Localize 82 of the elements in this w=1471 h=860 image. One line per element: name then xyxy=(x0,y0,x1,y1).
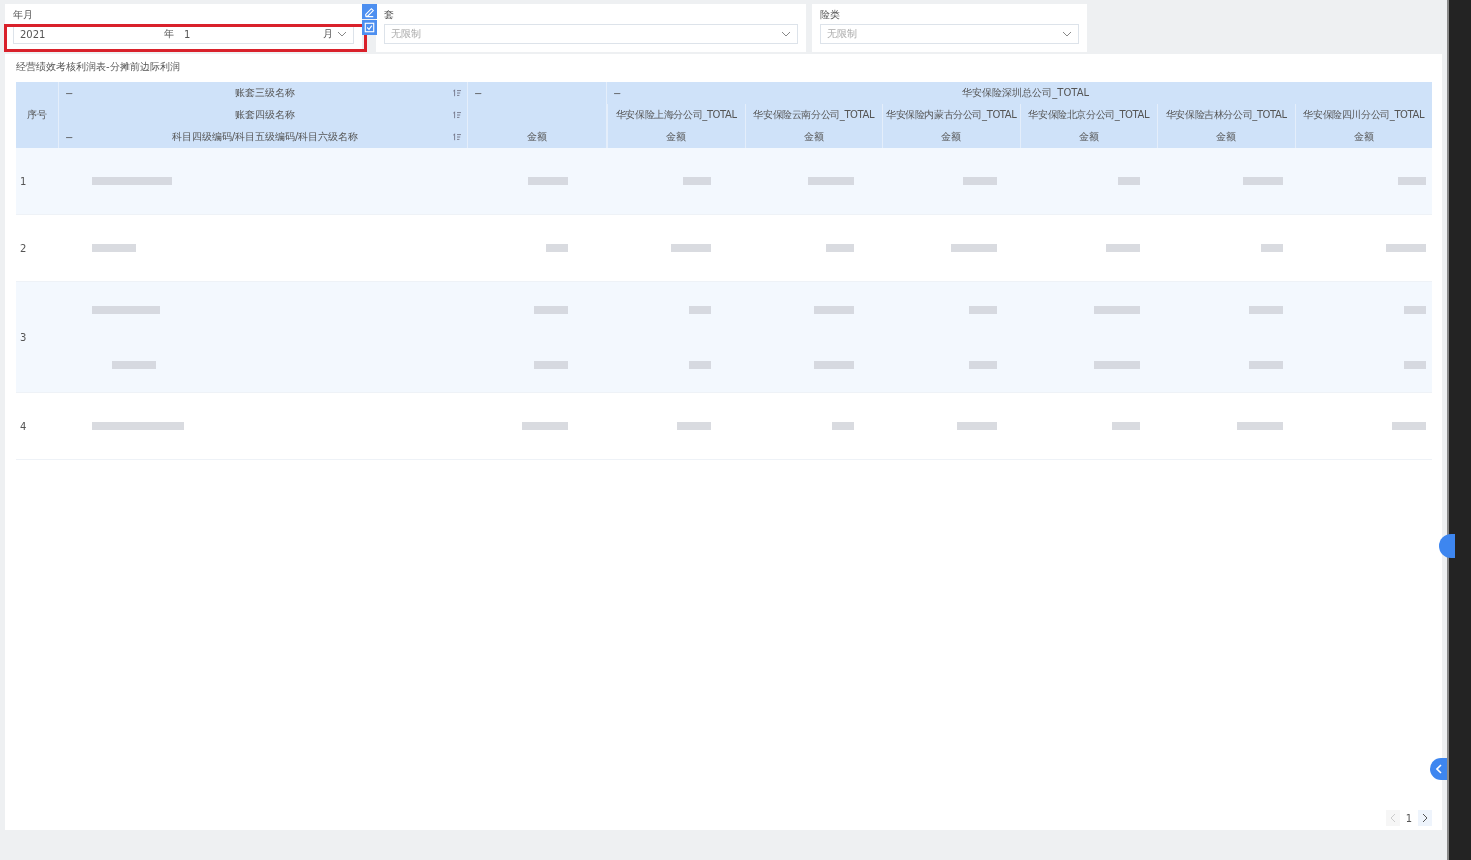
blurred-value xyxy=(808,177,854,185)
report-title: 经营绩效考核利润表-分摊前边际利润 xyxy=(16,60,181,74)
blurred-value xyxy=(677,422,711,430)
collapse-toggle[interactable]: − xyxy=(613,87,622,99)
table-header: 金额 xyxy=(1353,130,1374,144)
chevron-down-icon xyxy=(781,31,791,37)
blurred-value xyxy=(963,177,997,185)
blurred-value xyxy=(689,305,711,314)
blurred-value xyxy=(1404,305,1426,314)
blurred-value xyxy=(546,244,568,252)
table-header: 账套三级名称 xyxy=(235,87,295,98)
blurred-value xyxy=(1094,305,1140,314)
sort-icon[interactable] xyxy=(453,133,461,141)
blurred-value xyxy=(826,244,854,252)
blurred-value xyxy=(1404,360,1426,369)
table-header: 序号 xyxy=(27,108,47,122)
blurred-value xyxy=(1249,305,1283,314)
table-header: 华安保险深圳总公司_TOTAL xyxy=(962,87,1090,98)
blurred-value xyxy=(814,305,854,314)
collapse-toggle[interactable]: − xyxy=(65,131,74,143)
next-page-button[interactable] xyxy=(1418,810,1432,826)
table-header: 华安保险四川分公司_TOTAL xyxy=(1303,108,1425,122)
blurred-value xyxy=(689,360,711,369)
table-header: 金额 xyxy=(941,130,962,144)
blurred-text xyxy=(112,360,156,369)
table-header: 金额 xyxy=(803,130,824,144)
table-header: 华安保险内蒙古分公司_TOTAL xyxy=(886,108,1017,122)
collapse-toggle[interactable]: − xyxy=(65,87,74,99)
table-header: 华安保险北京分公司_TOTAL xyxy=(1028,108,1150,122)
table-header: 华安保险上海分公司_TOTAL xyxy=(615,108,737,122)
chevron-down-icon xyxy=(1062,31,1072,37)
blurred-value xyxy=(1392,422,1426,430)
pencil-icon[interactable] xyxy=(362,4,377,19)
collapse-toggle[interactable]: − xyxy=(474,87,483,99)
chevron-right-icon xyxy=(1422,813,1428,823)
table-header: 华安保险吉林分公司_TOTAL xyxy=(1165,108,1287,122)
blurred-value xyxy=(683,177,711,185)
blurred-value xyxy=(951,244,997,252)
blurred-value xyxy=(534,305,568,314)
blurred-value xyxy=(1386,244,1426,252)
blurred-value xyxy=(1249,360,1283,369)
filter-label: 险类 xyxy=(820,8,841,21)
blurred-value xyxy=(1237,422,1283,430)
blurred-text xyxy=(92,244,136,252)
blurred-value xyxy=(832,422,854,430)
blurred-value xyxy=(522,422,568,430)
filter-label: 套 xyxy=(384,8,395,21)
page-number[interactable]: 1 xyxy=(1405,812,1412,824)
blurred-value xyxy=(1261,244,1283,252)
blurred-value xyxy=(814,360,854,369)
row-number: 1 xyxy=(20,175,27,187)
blurred-value xyxy=(1118,177,1140,185)
table-header: 金额 xyxy=(666,130,687,144)
blurred-value xyxy=(1094,360,1140,369)
row-number: 2 xyxy=(20,242,27,254)
table-header: 金额 xyxy=(1078,130,1099,144)
table-header: 账套四级名称 xyxy=(235,109,295,120)
blurred-value xyxy=(671,244,711,252)
sort-icon[interactable] xyxy=(453,89,461,97)
sort-icon[interactable] xyxy=(453,111,461,119)
blurred-value xyxy=(957,422,997,430)
chevron-down-icon xyxy=(337,31,347,37)
blurred-value xyxy=(1398,177,1426,185)
blurred-value xyxy=(1112,422,1140,430)
row-number: 4 xyxy=(20,420,27,432)
blurred-value xyxy=(534,360,568,369)
blurred-value xyxy=(969,305,997,314)
blurred-value xyxy=(1243,177,1283,185)
table-header: 华安保险云南分公司_TOTAL xyxy=(753,108,875,122)
blurred-value xyxy=(1106,244,1140,252)
table-header: 科目四级编码/科目五级编码/科目六级名称 xyxy=(171,131,359,142)
chevron-left-icon xyxy=(1389,813,1396,823)
chevron-left-icon xyxy=(1435,764,1442,774)
table-header: 金额 xyxy=(527,130,547,144)
blurred-text xyxy=(92,305,160,314)
blurred-value xyxy=(969,360,997,369)
checkbox-icon[interactable] xyxy=(362,20,377,35)
blurred-value xyxy=(528,177,568,185)
table-header: 金额 xyxy=(1216,130,1237,144)
month-field[interactable]: 2021 年 1 月 xyxy=(13,24,354,44)
filter-label: 年月 xyxy=(13,8,34,21)
row-number: 3 xyxy=(20,331,27,343)
